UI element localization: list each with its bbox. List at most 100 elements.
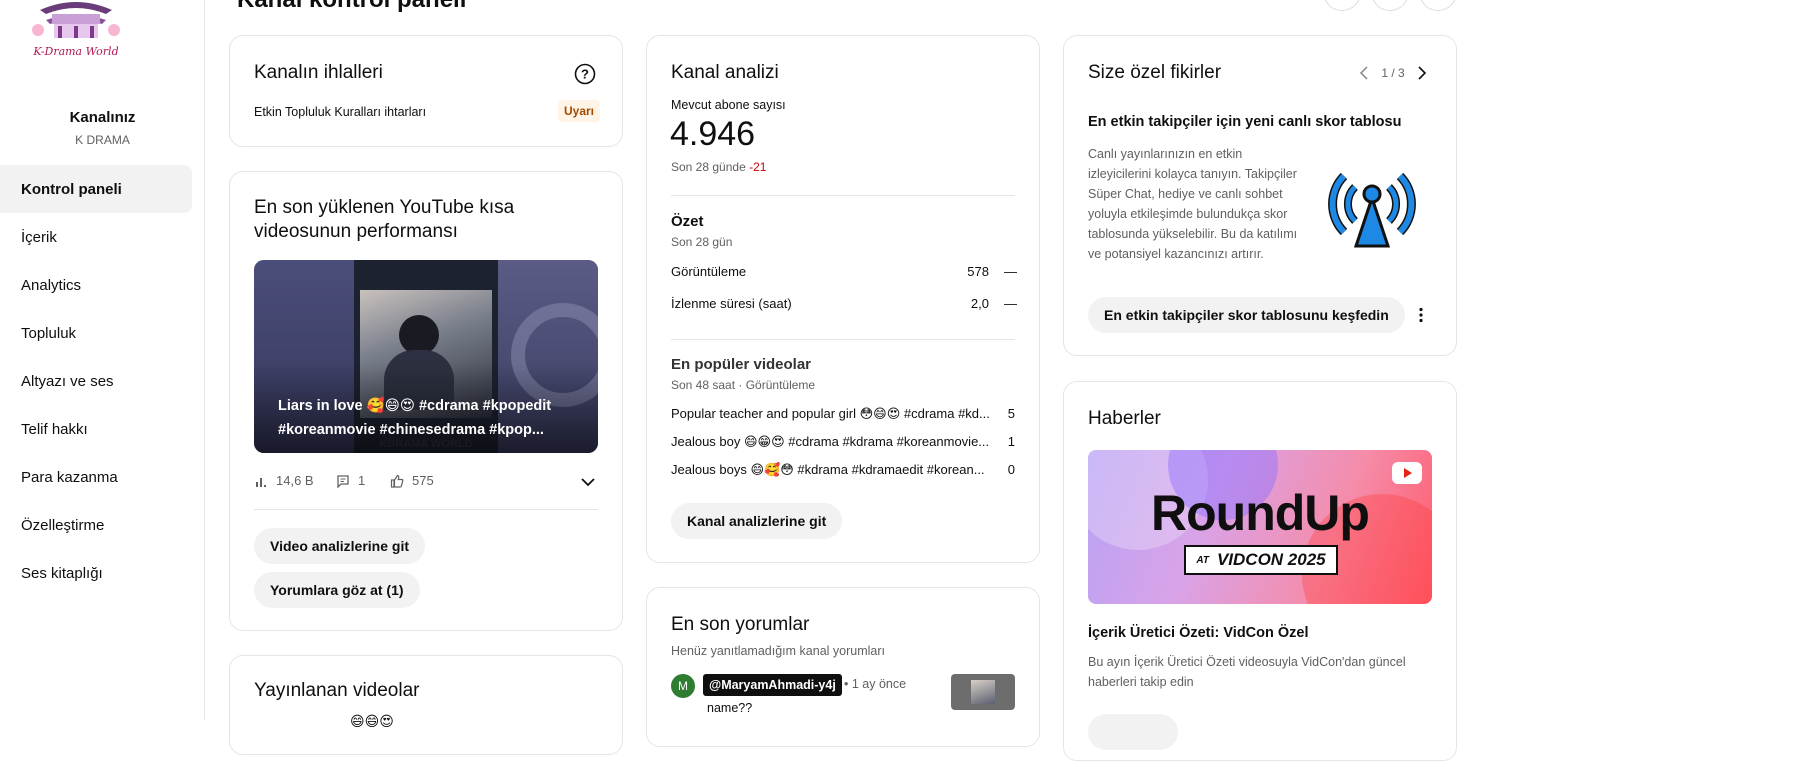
news-headline[interactable]: İçerik Üretici Özeti: VidCon Özel (1088, 625, 1309, 641)
top-video-title[interactable]: Popular teacher and popular girl 😳😄😍 #cd… (671, 406, 991, 422)
subs-period: Son 28 günde -21 (671, 160, 766, 174)
youtube-play-icon (1392, 462, 1422, 484)
top-video-title[interactable]: Jealous boys 😄🥰😳 #kdrama #kdramaedit #ko… (671, 462, 991, 478)
comments-subtitle: Henüz yanıtlamadığım kanal yorumları (671, 644, 885, 658)
view-comments-button[interactable]: Yorumlara göz at (1) (254, 572, 420, 608)
comment-text: name?? (707, 701, 753, 715)
top-video-views: 1 (1007, 434, 1015, 449)
comment-author[interactable]: @MaryamAhmadi-y4j (703, 674, 842, 696)
nav-label: Telif hakkı (21, 420, 88, 438)
short-performance-card: En son yüklenen YouTube kısa videosunun … (229, 171, 623, 631)
metric-views-trend: — (1004, 264, 1017, 279)
banner-at: AT (1196, 554, 1209, 566)
comments-count: 1 (358, 473, 366, 488)
subs-change: -21 (749, 160, 767, 174)
nav-label: Kontrol paneli (21, 180, 122, 198)
video-thumbnail[interactable]: KDRAMA WORLD Liars in love 🥰😄😍 #cdrama #… (254, 260, 598, 453)
nav-label: Özelleştirme (21, 516, 105, 534)
ideas-card: Size özel fikirler 1 / 3 En etkin takipç… (1063, 35, 1457, 356)
nav-item-copyright[interactable]: Telif hakkı (0, 405, 192, 453)
idea-headline: En etkin takipçiler için yeni canlı skor… (1088, 114, 1402, 130)
nav-item-dashboard[interactable]: Kontrol paneli (0, 165, 192, 213)
avatar[interactable]: M (671, 674, 695, 698)
views-count: 14,6 B (276, 473, 314, 488)
card-title: Kanal analizi (671, 62, 779, 83)
metric-watchtime-label: İzlenme süresi (saat) (671, 296, 792, 311)
card-title: Kanalın ihlalleri (254, 62, 383, 83)
video-title-partial: 😄😄😍 (350, 713, 394, 729)
summary-title: Özet (671, 213, 704, 230)
card-title: En son yorumlar (671, 614, 810, 635)
top-videos-period: Son 48 saat · Görüntüleme (671, 378, 816, 392)
nav-item-content[interactable]: İçerik (0, 213, 192, 261)
subscriber-count: 4.946 (670, 115, 756, 153)
summary-period: Son 28 gün (671, 235, 733, 249)
top-video-views: 5 (1007, 406, 1015, 421)
chevron-right-icon[interactable] (1414, 65, 1430, 81)
published-videos-card: Yayınlanan videolar 😄😄😍 (229, 655, 623, 755)
card-title: Size özel fikirler (1088, 62, 1222, 83)
comment-icon (336, 474, 350, 489)
news-card: Haberler RoundUp AT VIDCON 2025 İçerik Ü… (1063, 381, 1457, 761)
divider (671, 195, 1015, 196)
metric-watchtime-value: 2,0 (970, 296, 989, 311)
nav-item-customization[interactable]: Özelleştirme (0, 501, 192, 549)
news-body: Bu ayın İçerik Üretici Özeti videosuyla … (1088, 655, 1406, 689)
divider (671, 339, 1015, 340)
card-title: En son yüklenen YouTube kısa videosunun … (254, 197, 515, 242)
sidebar: K-Drama World Kanalınız K DRAMA Kontrol … (0, 0, 205, 720)
channel-logo[interactable]: K-Drama World (28, 0, 124, 62)
top-video-views: 0 (1007, 462, 1015, 477)
nav-label: İçerik (21, 228, 57, 246)
metric-views-value: 578 (967, 264, 989, 279)
svg-text:?: ? (581, 67, 589, 82)
chevron-down-icon[interactable] (580, 474, 596, 490)
header-action-button[interactable] (1419, 0, 1457, 11)
nav-item-analytics[interactable]: Analytics (0, 261, 192, 309)
status-badge: Uyarı (558, 100, 601, 122)
nav-label: Para kazanma (21, 468, 118, 486)
pager-text: 1 / 3 (1381, 66, 1405, 80)
metric-watchtime-trend: — (1004, 296, 1017, 311)
channel-analytics-button[interactable]: Kanal analizlerine git (671, 503, 843, 539)
explore-leaderboard-button[interactable]: En etkin takipçiler skor tablosunu keşfe… (1088, 297, 1405, 333)
banner-event-name: VIDCON 2025 (1216, 550, 1326, 569)
channel-analytics-card: Kanal analizi Mevcut abone sayısı 4.946 … (646, 35, 1040, 563)
card-title: Yayınlanan videolar (254, 680, 420, 701)
header-action-button[interactable] (1371, 0, 1409, 11)
header-action-button[interactable] (1323, 0, 1361, 11)
news-banner[interactable]: RoundUp AT VIDCON 2025 (1088, 450, 1432, 604)
channel-label: Kanalınız (69, 109, 136, 126)
help-icon[interactable]: ? (574, 63, 596, 85)
nav-label: Topluluk (21, 324, 77, 342)
nav-label: Altyazı ve ses (21, 372, 114, 390)
bar-chart-icon (254, 474, 268, 488)
nav-item-subtitles[interactable]: Altyazı ve ses (0, 357, 192, 405)
top-video-title[interactable]: Jealous boy 😄😁😍 #cdrama #kdrama #koreanm… (671, 434, 991, 450)
subs-label: Mevcut abone sayısı (671, 98, 786, 112)
page-title: Kanal kontrol paneli (237, 0, 466, 14)
nav-label: Ses kitaplığı (21, 564, 103, 582)
divider (254, 509, 598, 510)
live-broadcast-icon (1322, 154, 1422, 254)
news-action-button[interactable] (1088, 714, 1178, 750)
nav-item-monetization[interactable]: Para kazanma (0, 453, 192, 501)
likes-count: 575 (412, 473, 434, 488)
more-vert-icon[interactable] (1412, 306, 1430, 324)
comment-video-thumbnail[interactable] (951, 674, 1015, 710)
nav-item-community[interactable]: Topluluk (0, 309, 192, 357)
channel-name: K DRAMA (75, 133, 130, 147)
idea-body: Canlı yayınlarınızın en etkin izleyicile… (1088, 147, 1298, 261)
video-caption: Liars in love 🥰😄😍 #cdrama #kpopedit #kor… (278, 398, 552, 438)
subs-period-text: Son 28 günde (671, 160, 746, 174)
banner-title: RoundUp (1151, 485, 1370, 541)
violations-card: Kanalın ihlalleri ? Etkin Topluluk Kural… (229, 35, 623, 147)
nav-label: Analytics (21, 276, 82, 294)
latest-comments-card: En son yorumlar Henüz yanıtlamadığım kan… (646, 587, 1040, 747)
logo-text: K-Drama World (32, 45, 118, 58)
metric-views-label: Görüntüleme (671, 264, 747, 279)
video-analytics-button[interactable]: Video analizlerine git (254, 528, 426, 564)
chevron-left-icon[interactable] (1356, 65, 1372, 81)
nav-item-audio-library[interactable]: Ses kitaplığı (0, 549, 192, 597)
top-videos-title: En popüler videolar (671, 356, 812, 373)
